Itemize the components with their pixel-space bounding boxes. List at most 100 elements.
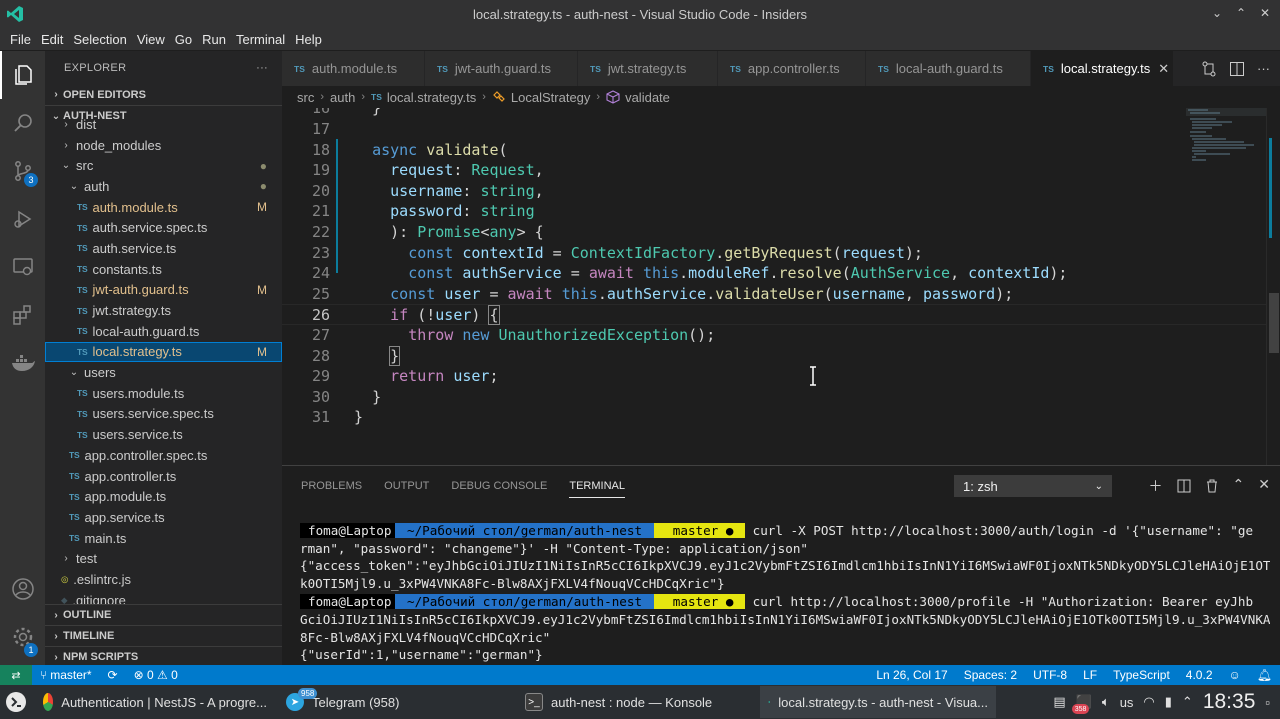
search-activity[interactable] (0, 99, 45, 147)
explorer-activity[interactable] (0, 51, 45, 99)
tree-file[interactable]: ◆ .gitignore (45, 590, 282, 604)
notifications-icon[interactable]: 🔔︎ (1249, 668, 1280, 682)
tree-file[interactable]: TS users.module.ts (45, 383, 282, 404)
outline-section[interactable]: › OUTLINE (45, 604, 282, 625)
clipboard-icon[interactable]: ▤ (1053, 694, 1065, 710)
run-activity[interactable] (0, 195, 45, 243)
breadcrumb-src[interactable]: src (297, 90, 314, 105)
task-chrome[interactable]: Authentication | NestJS - A progre... (35, 686, 275, 718)
menu-go[interactable]: Go (170, 32, 197, 47)
branch-status[interactable]: ⑂ master* (32, 668, 100, 682)
show-desktop-icon[interactable]: ▫ (1265, 695, 1270, 710)
tree-file[interactable]: TS app.controller.spec.ts (45, 445, 282, 466)
open-editors-section[interactable]: › OPEN EDITORS (45, 84, 282, 105)
manage-activity[interactable]: 1 (0, 613, 45, 661)
close-panel-icon[interactable]: ✕ (1258, 476, 1270, 496)
tree-file[interactable]: TS users.service.ts (45, 424, 282, 445)
tab-debug-console[interactable]: DEBUG CONSOLE (451, 466, 547, 506)
tree-folder[interactable]: › test (45, 548, 282, 569)
feedback-icon[interactable]: ☺ (1221, 668, 1249, 682)
tree-file[interactable]: TS local-auth.guard.ts (45, 321, 282, 342)
open-changes-icon[interactable] (1201, 61, 1217, 77)
tree-file[interactable]: TS jwt-auth.guard.ts M (45, 280, 282, 301)
tree-folder[interactable]: ⌄ users (45, 362, 282, 383)
task-konsole[interactable]: >_ auth-nest : node — Konsole (517, 686, 757, 718)
tab-problems[interactable]: PROBLEMS (301, 466, 362, 506)
scm-activity[interactable]: 3 (0, 147, 45, 195)
tab-auth-module[interactable]: TS auth.module.ts (282, 51, 425, 86)
tree-file[interactable]: TS app.module.ts (45, 486, 282, 507)
task-vscode[interactable]: local.strategy.ts - auth-nest - Visua... (760, 686, 996, 718)
tree-file[interactable]: TS auth.service.ts (45, 238, 282, 259)
accounts-activity[interactable] (0, 565, 45, 613)
tab-jwt-auth-guard[interactable]: TS jwt-auth.guard.ts (425, 51, 578, 86)
update-icon[interactable]: ⬛ 358 (1071, 694, 1092, 714)
menu-edit[interactable]: Edit (36, 32, 68, 47)
tree-folder[interactable]: ⌄ auth ● (45, 176, 282, 197)
tree-file[interactable]: TS users.service.spec.ts (45, 404, 282, 425)
tab-jwt-strategy[interactable]: TS jwt.strategy.ts (578, 51, 718, 86)
close-window-icon[interactable]: ✕ (1258, 5, 1272, 21)
tree-file[interactable]: ◎ .eslintrc.js (45, 569, 282, 590)
encoding[interactable]: UTF-8 (1025, 668, 1075, 682)
menu-view[interactable]: View (132, 32, 170, 47)
tree-file[interactable]: TS auth.service.spec.ts (45, 217, 282, 238)
tab-local-auth-guard[interactable]: TS local-auth.guard.ts (866, 51, 1031, 86)
menu-selection[interactable]: Selection (68, 32, 131, 47)
minimap[interactable] (1186, 108, 1266, 168)
trash-icon[interactable] (1205, 479, 1219, 493)
tree-folder[interactable]: ⌄ src ● (45, 155, 282, 176)
breadcrumb-class[interactable]: LocalStrategy (511, 90, 591, 105)
battery-icon[interactable]: ▮ (1165, 694, 1172, 710)
task-telegram[interactable]: ➤ 958 Telegram (958) (278, 686, 514, 718)
remote-indicator[interactable]: ⇄ (0, 665, 32, 685)
language-mode[interactable]: TypeScript (1105, 668, 1178, 682)
remote-explorer-activity[interactable] (0, 243, 45, 291)
sync-status[interactable]: ⟳ (100, 668, 126, 682)
tree-folder[interactable]: › node_modules (45, 135, 282, 156)
tree-file[interactable]: TS auth.module.ts M (45, 197, 282, 218)
keyboard-layout[interactable]: us (1120, 695, 1134, 710)
tab-app-controller[interactable]: TS app.controller.ts (718, 51, 866, 86)
npm-scripts-section[interactable]: › NPM SCRIPTS (45, 646, 282, 665)
new-terminal-icon[interactable]: ＋ (1149, 476, 1163, 496)
editor-scrollbar[interactable] (1266, 108, 1280, 465)
clock[interactable]: 18:35 (1203, 690, 1256, 714)
menu-terminal[interactable]: Terminal (231, 32, 290, 47)
tab-output[interactable]: OUTPUT (384, 466, 429, 506)
docker-activity[interactable] (0, 339, 45, 387)
extensions-activity[interactable] (0, 291, 45, 339)
more-actions-icon[interactable]: ··· (256, 62, 268, 74)
wifi-icon[interactable]: ◠ (1143, 694, 1154, 710)
indentation[interactable]: Spaces: 2 (956, 668, 1025, 682)
cursor-position[interactable]: Ln 26, Col 17 (868, 668, 955, 682)
tree-folder[interactable]: › dist (45, 114, 282, 135)
menu-run[interactable]: Run (197, 32, 231, 47)
tree-file[interactable]: TS local.strategy.ts M (45, 341, 282, 363)
problems-status[interactable]: ⊗ 0 ⚠ 0 (126, 668, 186, 682)
maximize-icon[interactable]: ⌃ (1234, 5, 1248, 21)
split-editor-icon[interactable] (1229, 61, 1245, 77)
menu-help[interactable]: Help (290, 32, 327, 47)
breadcrumb-file[interactable]: local.strategy.ts (387, 90, 476, 105)
expand-tray-icon[interactable]: ⌃ (1182, 694, 1193, 710)
tree-file[interactable]: TS jwt.strategy.ts (45, 300, 282, 321)
volume-icon[interactable]: 🔈︎ (1102, 694, 1110, 710)
breadcrumb-method[interactable]: validate (625, 90, 670, 105)
tree-file[interactable]: TS main.ts (45, 528, 282, 549)
tree-file[interactable]: TS constants.ts (45, 259, 282, 280)
breadcrumb-auth[interactable]: auth (330, 90, 355, 105)
ts-version[interactable]: 4.0.2 (1178, 668, 1221, 682)
menu-file[interactable]: File (5, 32, 36, 47)
tab-terminal[interactable]: TERMINAL (569, 466, 625, 506)
tree-file[interactable]: TS app.service.ts (45, 507, 282, 528)
maximize-panel-icon[interactable]: ⌃ (1233, 476, 1245, 496)
code-editor[interactable]: 16 } 17 18 async validate( 19 request: R… (282, 108, 1280, 465)
tree-file[interactable]: TS app.controller.ts (45, 466, 282, 487)
end-of-line[interactable]: LF (1075, 668, 1105, 682)
app-launcher[interactable] (0, 686, 32, 718)
tab-local-strategy[interactable]: TS local.strategy.ts ✕ (1031, 51, 1174, 86)
minimize-icon[interactable]: ⌄ (1210, 5, 1224, 21)
timeline-section[interactable]: › TIMELINE (45, 625, 282, 646)
more-actions-icon[interactable]: ··· (1257, 61, 1270, 76)
